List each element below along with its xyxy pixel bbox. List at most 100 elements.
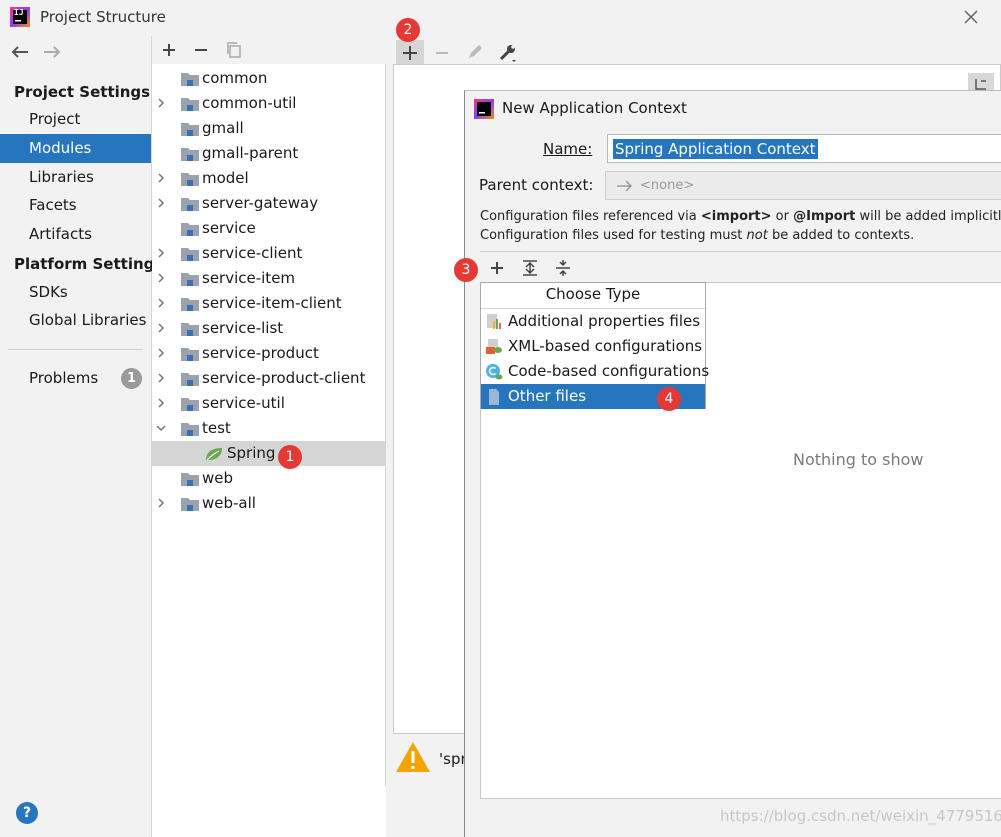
warning-text: 'spr — [439, 750, 467, 768]
expand-all-icon[interactable] — [521, 259, 539, 277]
module-folder-icon — [180, 396, 200, 412]
help-icon[interactable]: ? — [16, 802, 38, 824]
module-folder-icon — [180, 171, 200, 187]
module-folder-icon — [180, 146, 200, 162]
tree-item-label: service-client — [202, 244, 303, 262]
tree-item-module[interactable]: service-item-client — [152, 291, 385, 316]
other-file-icon — [485, 388, 503, 406]
nav-item-project[interactable]: Project — [0, 105, 151, 134]
tree-item-module[interactable]: service-util — [152, 391, 385, 416]
nav-item-global-libraries[interactable]: Global Libraries — [0, 306, 151, 335]
tree-item-label: service-util — [202, 394, 285, 412]
chevron-right-icon[interactable] — [155, 247, 167, 259]
module-folder-icon — [180, 121, 200, 137]
chevron-right-icon[interactable] — [155, 497, 167, 509]
chevron-right-icon[interactable] — [155, 197, 167, 209]
popup-item-code[interactable]: Code-based configurations — [481, 359, 709, 384]
xml-config-icon — [485, 338, 503, 356]
module-folder-icon — [180, 296, 200, 312]
add-facet-icon[interactable] — [396, 40, 424, 66]
tree-item-label: model — [202, 169, 249, 187]
module-folder-icon — [180, 321, 200, 337]
nav-item-facets[interactable]: Facets — [0, 191, 151, 220]
popup-item-xml[interactable]: XML-based configurations — [481, 334, 705, 359]
settings-sidebar: Project Settings Project Modules Librari… — [0, 36, 163, 837]
remove-module-icon[interactable] — [193, 42, 209, 58]
chevron-right-icon[interactable] — [155, 322, 167, 334]
tree-item-label: web-all — [202, 494, 256, 512]
tree-item-module[interactable]: model — [152, 166, 385, 191]
warning-icon — [394, 740, 432, 774]
module-folder-icon — [180, 246, 200, 262]
logo-text: IJ — [14, 8, 24, 17]
module-folder-icon — [180, 96, 200, 112]
tree-item-module[interactable]: common-util — [152, 91, 385, 116]
tree-item-module[interactable]: web-all — [152, 491, 385, 516]
parent-context-select[interactable]: <none> — [605, 171, 1001, 200]
back-icon[interactable] — [10, 44, 30, 60]
tree-item-module[interactable]: service-product — [152, 341, 385, 366]
copy-module-icon[interactable] — [225, 41, 243, 59]
popup-item-properties[interactable]: Additional properties files — [481, 309, 705, 334]
arrow-right-icon — [616, 180, 634, 192]
close-icon[interactable] — [960, 6, 982, 28]
tree-item-label: service-list — [202, 319, 284, 337]
parent-context-value: <none> — [640, 178, 695, 193]
module-folder-icon — [180, 371, 200, 387]
name-input[interactable]: Spring Application Context — [607, 134, 1001, 163]
tree-item-module[interactable]: gmall — [152, 116, 385, 141]
tree-item-module[interactable]: web — [152, 466, 385, 491]
empty-state-text: Nothing to show — [793, 450, 924, 469]
tree-item-module[interactable]: gmall-parent — [152, 141, 385, 166]
tree-item-label: service — [202, 219, 256, 237]
warning-bar: 'spr — [386, 734, 467, 786]
chevron-right-icon[interactable] — [155, 372, 167, 384]
tree-item-module[interactable]: common — [152, 66, 385, 91]
project-settings-heading: Project Settings — [14, 83, 151, 101]
platform-settings-heading: Platform Settings — [14, 255, 164, 273]
add-module-icon[interactable] — [161, 42, 177, 58]
popup-title: Choose Type — [545, 285, 641, 303]
edit-icon[interactable] — [466, 43, 484, 61]
window-title: Project Structure — [40, 8, 166, 26]
callout-2: 2 — [396, 18, 420, 42]
module-tree-toolbar — [152, 36, 386, 64]
chevron-right-icon[interactable] — [155, 272, 167, 284]
title-bar: IJ Project Structure — [0, 0, 1001, 36]
tree-item-label: web — [202, 469, 234, 487]
tree-item-module[interactable]: test — [152, 416, 385, 441]
parent-context-label: Parent context: — [479, 176, 594, 194]
new-application-context-dialog: New Application Context Name: Spring App… — [464, 90, 1001, 837]
chevron-down-icon[interactable] — [155, 422, 167, 434]
tree-item-label: gmall-parent — [202, 144, 299, 162]
tree-item-label: common-util — [202, 94, 297, 112]
nav-item-artifacts[interactable]: Artifacts — [0, 220, 151, 249]
collapse-all-icon[interactable] — [554, 259, 572, 277]
tree-item-module[interactable]: service-product-client — [152, 366, 385, 391]
tree-item-label: common — [202, 69, 268, 87]
nav-item-libraries[interactable]: Libraries — [0, 163, 151, 192]
nav-item-sdks[interactable]: SDKs — [0, 278, 151, 307]
wrench-icon[interactable] — [498, 42, 520, 64]
tree-item-module[interactable]: service — [152, 216, 385, 241]
nav-item-modules[interactable]: Modules — [0, 134, 151, 163]
tree-item-label: gmall — [202, 119, 244, 137]
module-folder-icon — [180, 71, 200, 87]
callout-1: 1 — [278, 445, 302, 469]
chevron-right-icon[interactable] — [155, 397, 167, 409]
remove-facet-icon[interactable] — [434, 45, 450, 61]
chevron-right-icon[interactable] — [155, 172, 167, 184]
add-config-icon[interactable] — [489, 260, 505, 276]
module-folder-icon — [180, 471, 200, 487]
forward-icon[interactable] — [42, 44, 62, 60]
chevron-right-icon[interactable] — [155, 347, 167, 359]
chevron-right-icon[interactable] — [155, 97, 167, 109]
tree-item-module[interactable]: service-item — [152, 266, 385, 291]
tree-item-module[interactable]: server-gateway — [152, 191, 385, 216]
name-label: Name: — [543, 140, 593, 158]
tree-item-label: server-gateway — [202, 194, 319, 212]
tree-item-module[interactable]: service-list — [152, 316, 385, 341]
tree-item-facet[interactable]: Spring — [152, 441, 385, 466]
tree-item-module[interactable]: service-client — [152, 241, 385, 266]
chevron-right-icon[interactable] — [155, 297, 167, 309]
